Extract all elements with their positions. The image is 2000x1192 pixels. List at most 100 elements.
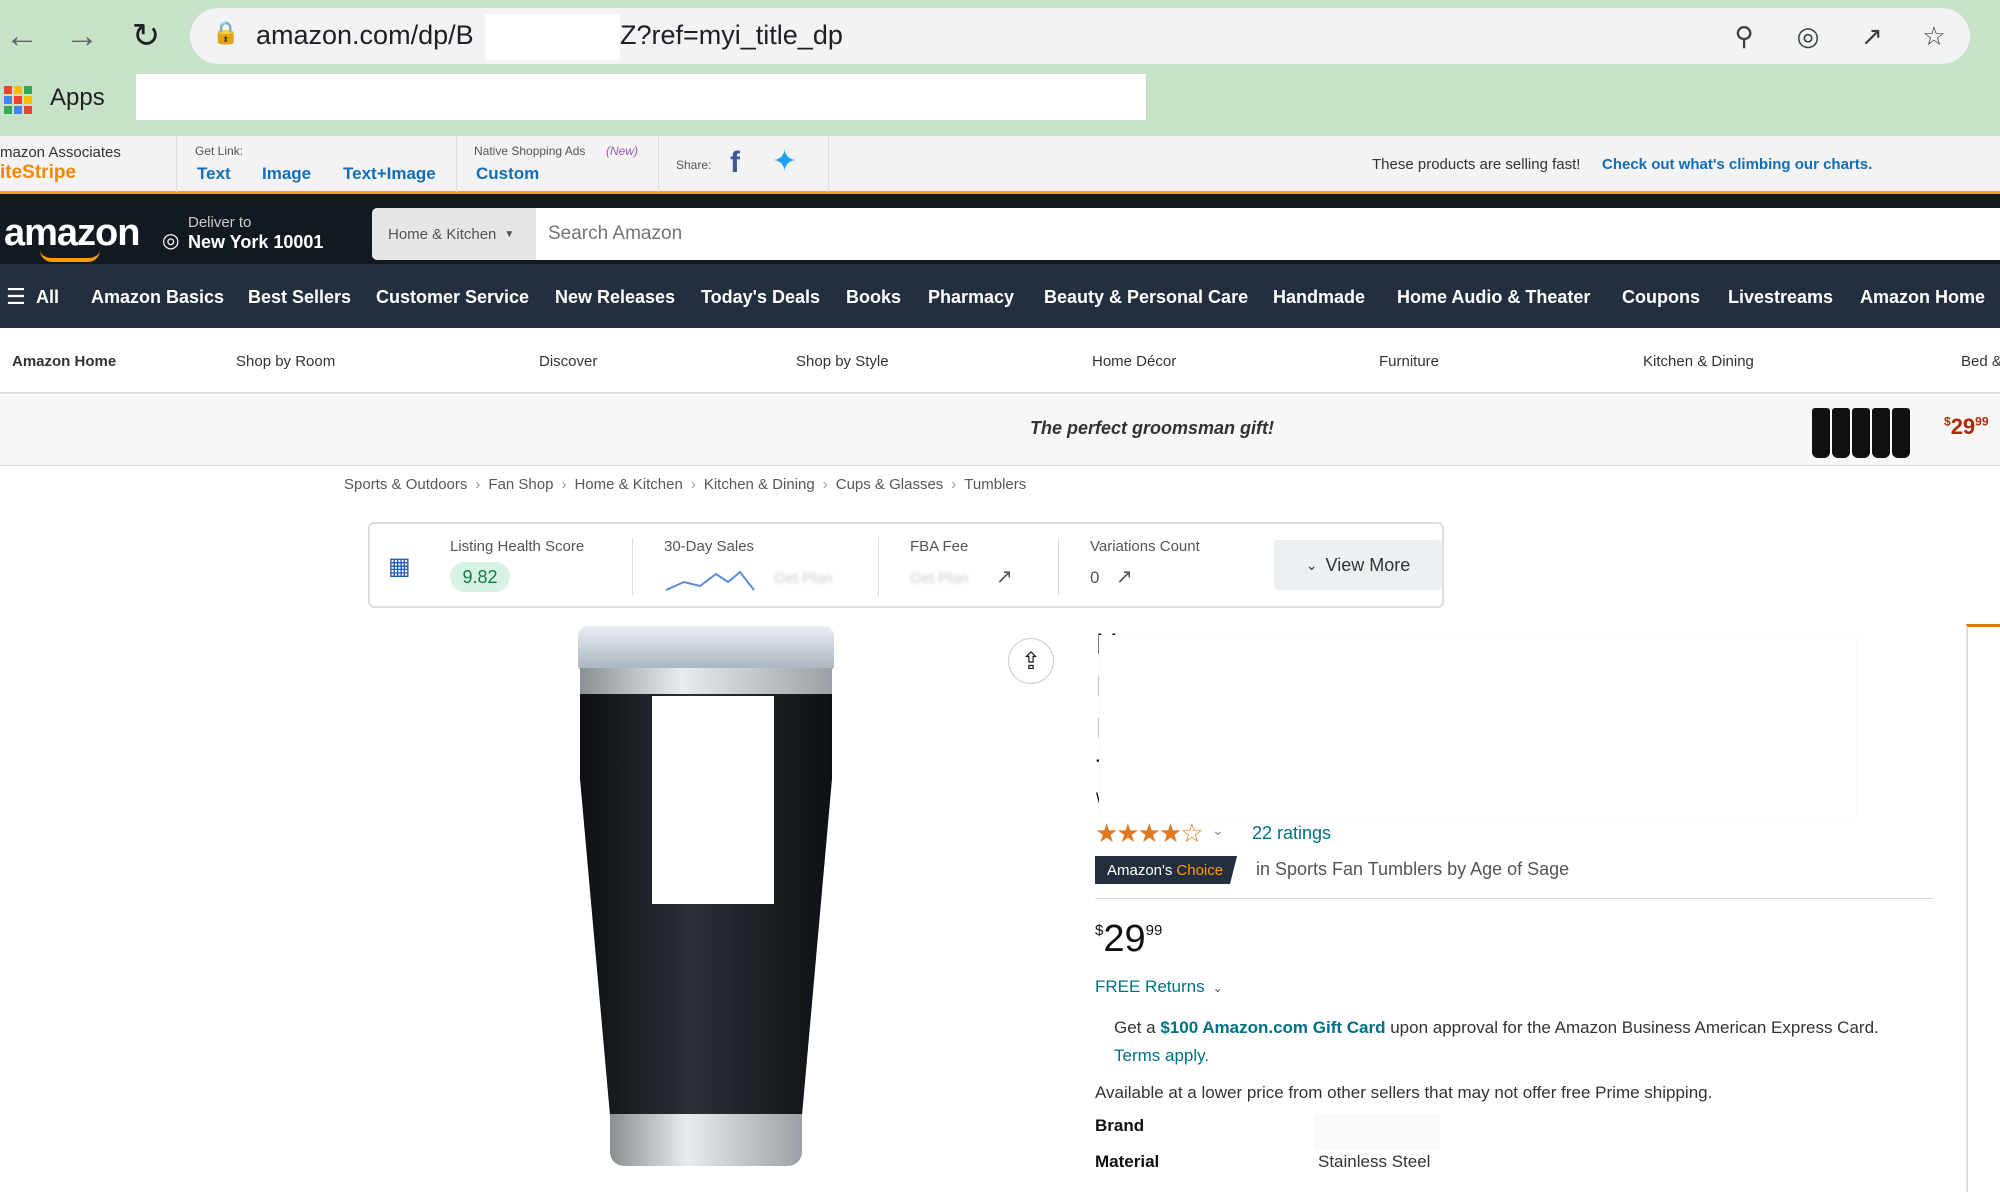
custom-link[interactable]: Custom: [476, 164, 539, 184]
ratings-count[interactable]: 22 ratings: [1252, 823, 1331, 844]
subnav-furniture[interactable]: Furniture: [1379, 353, 1439, 370]
get-link-text[interactable]: Text: [197, 164, 231, 184]
subnav-bed[interactable]: Bed &: [1961, 353, 2000, 370]
deliver-location[interactable]: New York 10001: [188, 232, 323, 253]
view-more-label: View More: [1325, 554, 1411, 575]
star-rating[interactable]: ★★★★☆: [1095, 818, 1204, 849]
spec-key-material: Material: [1095, 1152, 1160, 1171]
amazon-smile-icon: [40, 250, 100, 262]
promo-banner[interactable]: [0, 396, 2000, 466]
subnav-shop-by-room[interactable]: Shop by Room: [236, 353, 335, 370]
product-price: $2999: [1095, 918, 1162, 961]
nav-books[interactable]: Books: [846, 287, 901, 308]
sitestripe-brand: mazon Associates: [0, 144, 121, 161]
back-icon[interactable]: ←: [0, 14, 44, 58]
chevron-down-icon: ⌄: [1212, 981, 1223, 995]
bookmarks-redaction: [136, 74, 1146, 120]
nav-new-releases[interactable]: New Releases: [555, 287, 675, 308]
terms-link[interactable]: Terms apply.: [1114, 1046, 1209, 1065]
url-redaction: [485, 14, 620, 60]
charts-link[interactable]: Check out what's climbing our charts.: [1602, 156, 1872, 173]
twitter-icon[interactable]: ✦: [772, 144, 797, 179]
nav-beauty[interactable]: Beauty & Personal Care: [1044, 287, 1248, 308]
variations-value: 0: [1090, 568, 1100, 587]
subnav-shop-by-style[interactable]: Shop by Style: [796, 353, 889, 370]
price-symbol: $: [1095, 922, 1104, 939]
url-prefix: amazon.com/dp/B: [256, 20, 474, 50]
promo-text: The perfect groomsman gift!: [1030, 418, 1275, 438]
view-more-button[interactable]: ⌄ View More: [1274, 540, 1442, 590]
breadcrumb-item[interactable]: Fan Shop: [488, 476, 553, 493]
breadcrumb-item[interactable]: Cups & Glasses: [836, 476, 944, 493]
external-link-icon[interactable]: ↗: [996, 564, 1013, 589]
facebook-icon[interactable]: f: [730, 146, 740, 180]
nav-home-audio[interactable]: Home Audio & Theater: [1397, 287, 1590, 308]
nav-all[interactable]: All: [36, 287, 59, 308]
hamburger-icon[interactable]: ☰: [6, 284, 26, 310]
price-fraction: 99: [1145, 922, 1163, 939]
brand-redaction: [1314, 1114, 1440, 1150]
nav-todays-deals[interactable]: Today's Deals: [701, 287, 820, 308]
nav-customer-service[interactable]: Customer Service: [376, 287, 529, 308]
sales-blurred: Get Plan: [774, 570, 833, 587]
share-label: Share:: [676, 158, 712, 172]
gift-pre: Get a: [1114, 1018, 1156, 1037]
lock-icon: 🔒: [212, 20, 240, 45]
get-link-text-image[interactable]: Text+Image: [343, 164, 436, 184]
share-icon[interactable]: ⇪: [1008, 638, 1054, 684]
subnav-discover[interactable]: Discover: [539, 353, 597, 370]
health-score-badge: 9.82: [450, 562, 510, 592]
share-icon[interactable]: ↗: [1854, 18, 1890, 54]
breadcrumb-item[interactable]: Tumblers: [964, 476, 1026, 493]
apps-bookmark[interactable]: Apps: [50, 84, 105, 112]
nav-amazon-home[interactable]: Amazon Home: [1860, 287, 1985, 308]
get-link-label: Get Link:: [195, 144, 244, 158]
lower-price-notice[interactable]: Available at a lower price from other se…: [1095, 1083, 1712, 1103]
external-link-icon[interactable]: ↗: [1116, 564, 1133, 589]
search-department-select[interactable]: Home & Kitchen ▼: [372, 208, 536, 260]
divider: [1095, 898, 1933, 899]
get-link-image[interactable]: Image: [262, 164, 311, 184]
choice-category[interactable]: in Sports Fan Tumblers by Age of Sage: [1256, 859, 1569, 880]
eye-off-icon[interactable]: ◎: [1790, 18, 1826, 54]
star-icon[interactable]: ☆: [1916, 18, 1952, 54]
search-input[interactable]: [536, 208, 2000, 260]
nav-amazon-basics[interactable]: Amazon Basics: [91, 287, 224, 308]
fba-fee-label: FBA Fee: [910, 538, 969, 555]
free-returns-link[interactable]: FREE Returns ⌄: [1095, 977, 1223, 997]
seller-extension-widget: ▦ Listing Health Score 9.82 30-Day Sales…: [368, 522, 1444, 608]
promo-tumblers-image: [1812, 400, 1912, 458]
subnav-home-decor[interactable]: Home Décor: [1092, 353, 1176, 370]
health-score-label: Listing Health Score: [450, 538, 585, 555]
zoom-icon[interactable]: ⚲: [1726, 18, 1762, 54]
choice-amazon-label: Amazon's: [1107, 861, 1173, 879]
amazons-choice-badge: Amazon's Choice: [1095, 856, 1238, 884]
nav-pharmacy[interactable]: Pharmacy: [928, 287, 1014, 308]
sales-sparkline-icon: [665, 570, 755, 591]
nav-livestreams[interactable]: Livestreams: [1728, 287, 1833, 308]
sitestripe-bar: mazon Associates iteStripe Get Link: Tex…: [0, 136, 2000, 194]
nav-coupons[interactable]: Coupons: [1622, 287, 1700, 308]
nav-handmade[interactable]: Handmade: [1273, 287, 1365, 308]
apps-icon[interactable]: [4, 86, 32, 114]
subnav-kitchen-dining[interactable]: Kitchen & Dining: [1643, 353, 1754, 370]
free-returns-label: FREE Returns: [1095, 977, 1205, 996]
variations-label: Variations Count: [1090, 538, 1200, 555]
native-ads-new: (New): [606, 144, 638, 158]
promo-price: $2999: [1944, 414, 1989, 439]
forward-icon[interactable]: →: [60, 14, 104, 58]
reload-icon[interactable]: ↻: [124, 14, 168, 58]
sitestripe-logo: iteStripe: [0, 162, 77, 183]
choice-word-label: Choice: [1176, 861, 1224, 879]
subnav-amazon-home[interactable]: Amazon Home: [12, 353, 116, 370]
nav-best-sellers[interactable]: Best Sellers: [248, 287, 351, 308]
deliver-to-label[interactable]: Deliver to: [188, 214, 251, 231]
breadcrumb-item[interactable]: Home & Kitchen: [574, 476, 682, 493]
breadcrumb-item[interactable]: Kitchen & Dining: [704, 476, 815, 493]
chevron-down-icon[interactable]: ⌄: [1212, 822, 1224, 839]
breadcrumb-item[interactable]: Sports & Outdoors: [344, 476, 467, 493]
amazon-logo[interactable]: amazon: [4, 212, 140, 255]
chevron-down-icon: ▼: [504, 228, 515, 240]
address-bar[interactable]: 🔒 amazon.com/dp/B Z?ref=myi_title_dp ⚲ ◎…: [190, 8, 1970, 64]
gift-card-link[interactable]: $100 Amazon.com Gift Card: [1160, 1018, 1385, 1037]
